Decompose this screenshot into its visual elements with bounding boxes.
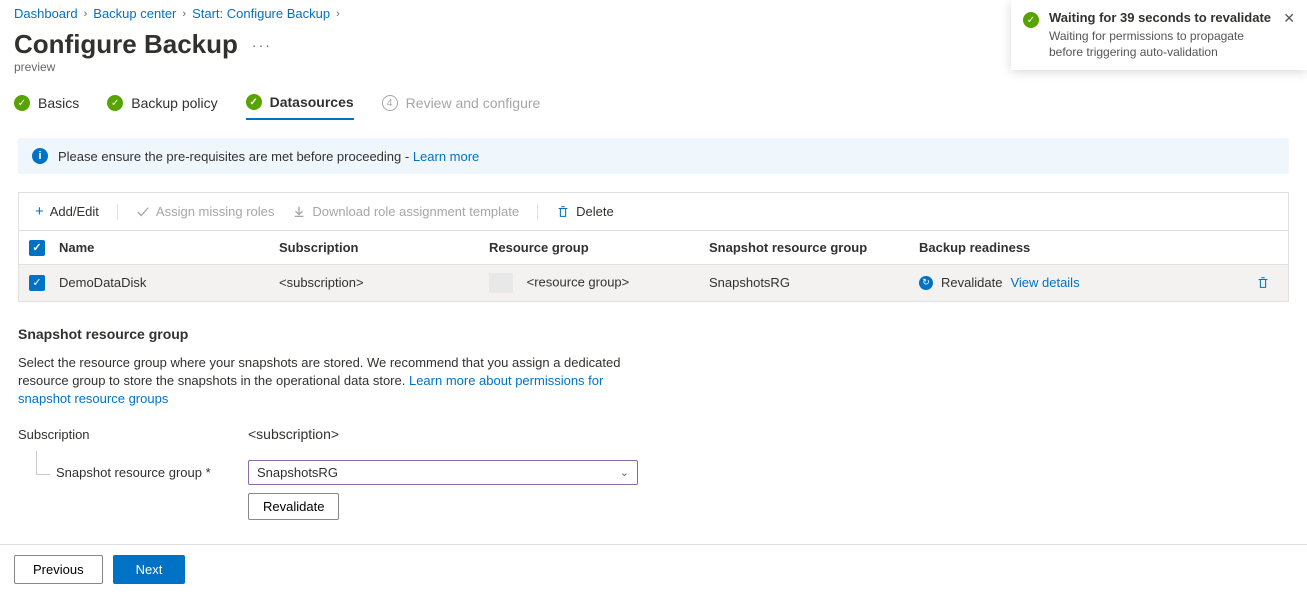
datasources-table: ✓ Name Subscription Resource group Snaps… (18, 230, 1289, 302)
chevron-right-icon: › (84, 8, 88, 20)
revalidate-icon: ↻ (919, 276, 933, 290)
view-details-link[interactable]: View details (1010, 275, 1079, 290)
notification-toast: ✓ Waiting for 39 seconds to revalidate W… (1011, 0, 1307, 70)
step-review: 4 Review and configure (382, 95, 541, 119)
tree-line-icon (36, 451, 50, 475)
step-label: Backup policy (131, 95, 217, 111)
subscription-label: Subscription (18, 427, 248, 442)
select-value: SnapshotsRG (257, 465, 338, 480)
cell-name: DemoDataDisk (59, 275, 279, 290)
step-number-icon: 4 (382, 95, 398, 111)
next-button[interactable]: Next (113, 555, 186, 584)
col-resource-group: Resource group (489, 240, 709, 255)
section-title: Snapshot resource group (18, 326, 1289, 342)
table-toolbar: + Add/Edit Assign missing roles Download… (18, 192, 1289, 230)
check-icon: ✓ (14, 95, 30, 111)
breadcrumb-start-configure[interactable]: Start: Configure Backup (192, 6, 330, 21)
wizard-steps: ✓ Basics ✓ Backup policy ✓ Datasources 4… (0, 88, 1307, 120)
snapshot-rg-label: Snapshot resource group * (18, 465, 248, 480)
trash-icon (556, 205, 570, 219)
revalidate-text: Revalidate (941, 275, 1002, 290)
col-subscription: Subscription (279, 240, 489, 255)
revalidate-button[interactable]: Revalidate (248, 493, 339, 520)
select-all-checkbox[interactable]: ✓ (29, 240, 45, 256)
page-title: Configure Backup (14, 29, 238, 60)
trash-icon[interactable] (1256, 276, 1270, 290)
close-icon[interactable]: ✕ (1283, 10, 1295, 60)
snapshot-rg-select[interactable]: SnapshotsRG ⌄ (248, 460, 638, 485)
step-label: Datasources (270, 94, 354, 110)
more-icon[interactable]: ··· (252, 37, 272, 53)
subscription-value: <subscription> (248, 426, 339, 442)
cell-subscription: <subscription> (279, 275, 489, 290)
check-icon: ✓ (107, 95, 123, 111)
step-label: Basics (38, 95, 79, 111)
col-readiness: Backup readiness (919, 240, 1278, 255)
toast-message: Waiting for permissions to propagate bef… (1049, 28, 1273, 60)
breadcrumb-dashboard[interactable]: Dashboard (14, 6, 78, 21)
section-description: Select the resource group where your sna… (18, 354, 658, 409)
step-label: Review and configure (406, 95, 541, 111)
step-backup-policy[interactable]: ✓ Backup policy (107, 95, 217, 119)
breadcrumb-backup-center[interactable]: Backup center (93, 6, 176, 21)
previous-button[interactable]: Previous (14, 555, 103, 584)
info-text: Please ensure the pre-requisites are met… (58, 149, 413, 164)
step-basics[interactable]: ✓ Basics (14, 95, 79, 119)
divider (537, 204, 538, 220)
info-banner: i Please ensure the pre-requisites are m… (18, 138, 1289, 174)
table-row[interactable]: ✓ DemoDataDisk <subscription> <resource … (19, 265, 1288, 301)
chevron-right-icon: › (336, 8, 340, 20)
check-icon (136, 205, 150, 219)
download-icon (292, 205, 306, 219)
step-datasources[interactable]: ✓ Datasources (246, 94, 354, 120)
row-checkbox[interactable]: ✓ (29, 275, 45, 291)
cell-snapshot-rg: SnapshotsRG (709, 275, 919, 290)
table-header-row: ✓ Name Subscription Resource group Snaps… (19, 231, 1288, 265)
delete-button[interactable]: Delete (550, 202, 620, 221)
divider (117, 204, 118, 220)
download-template-button: Download role assignment template (286, 202, 525, 221)
check-icon: ✓ (246, 94, 262, 110)
placeholder-icon (489, 273, 513, 293)
chevron-right-icon: › (182, 8, 186, 20)
toast-title: Waiting for 39 seconds to revalidate (1049, 10, 1273, 25)
cell-resource-group: <resource group> (489, 273, 709, 293)
learn-more-link[interactable]: Learn more (413, 149, 479, 164)
plus-icon: + (35, 203, 44, 220)
chevron-down-icon: ⌄ (620, 466, 629, 479)
col-snapshot-rg: Snapshot resource group (709, 240, 919, 255)
info-icon: i (32, 148, 48, 164)
add-edit-button[interactable]: + Add/Edit (29, 201, 105, 222)
wizard-footer: Previous Next (0, 544, 1307, 594)
assign-roles-button: Assign missing roles (130, 202, 281, 221)
success-icon: ✓ (1023, 12, 1039, 28)
col-name: Name (59, 240, 279, 255)
